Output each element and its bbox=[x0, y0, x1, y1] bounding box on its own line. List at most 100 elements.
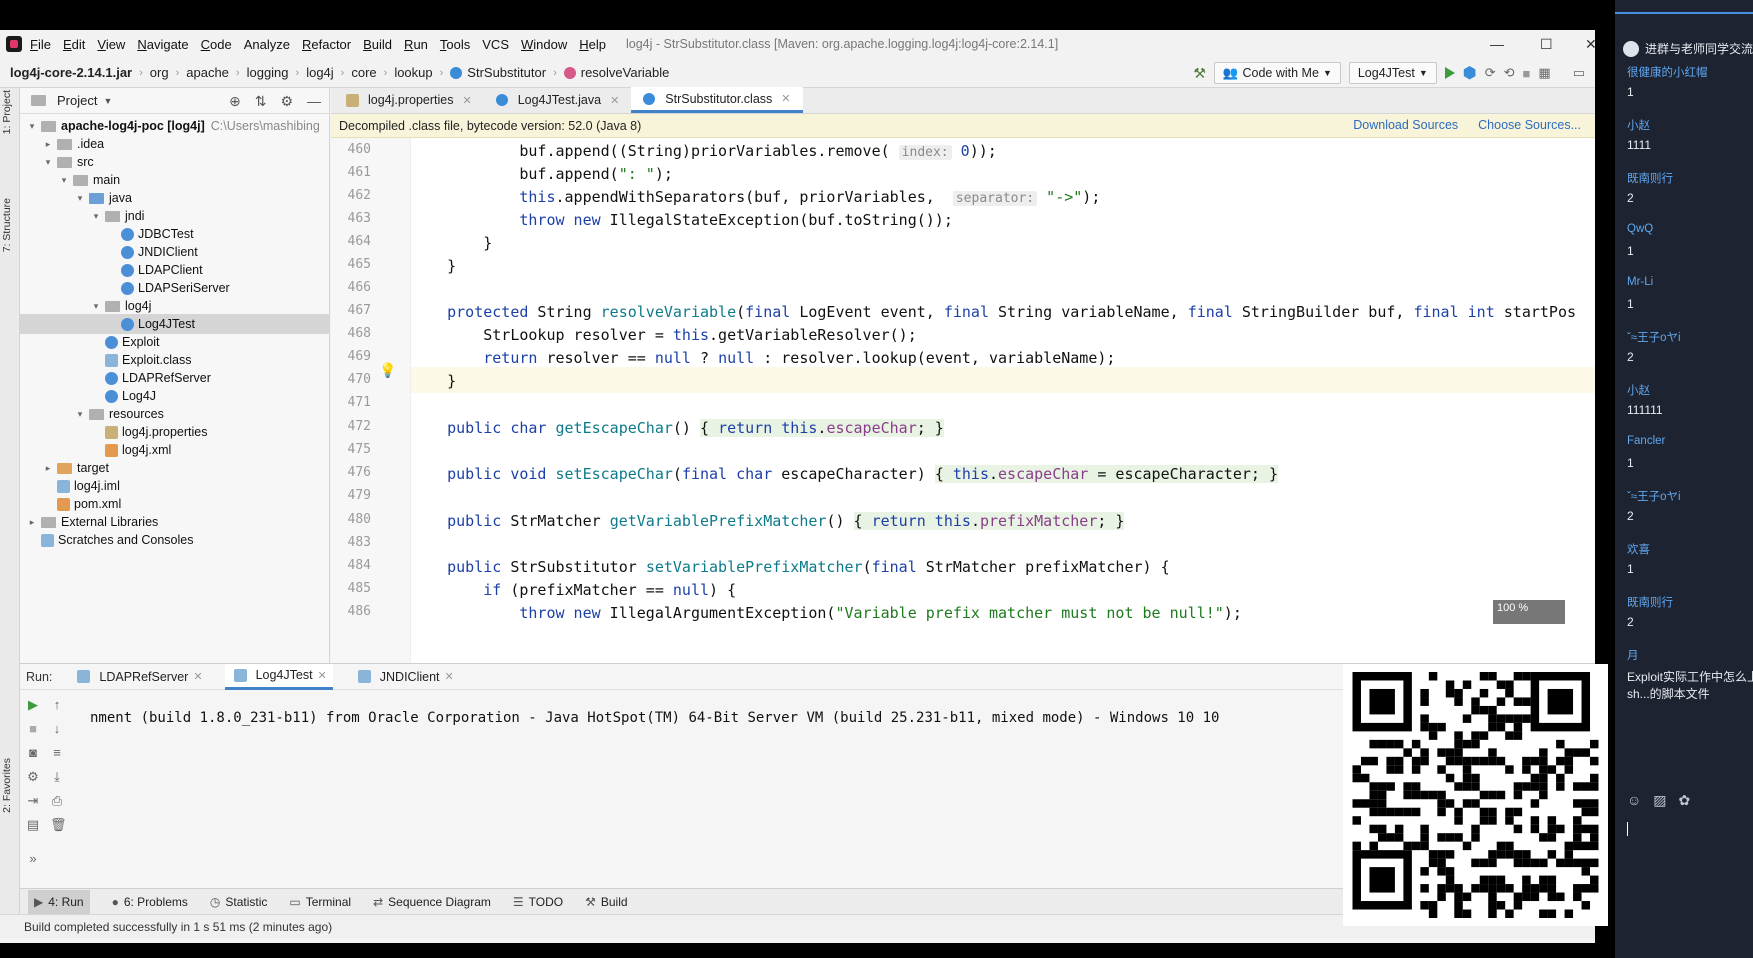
breadcrumb-item[interactable]: log4j bbox=[306, 65, 333, 80]
breadcrumb-item[interactable]: lookup bbox=[394, 65, 432, 80]
chevron-icon[interactable]: ▾ bbox=[58, 175, 70, 186]
lightbulb-icon[interactable]: 💡 bbox=[379, 362, 396, 379]
editor-tab[interactable]: log4j.properties ✕ bbox=[331, 87, 484, 113]
console-output[interactable]: nment (build 1.8.0_231-b11) from Oracle … bbox=[90, 710, 1219, 726]
tree-item[interactable]: ▾ apache-log4j-poc [log4j] C:\Users\mashib… bbox=[20, 116, 330, 136]
breadcrumb-item[interactable]: core bbox=[351, 65, 376, 80]
code-with-me-button[interactable]: 👥 Code with Me ▼ bbox=[1213, 62, 1341, 84]
tree-item[interactable]: LDAPSeriServer bbox=[20, 278, 330, 298]
close-icon[interactable]: ✕ bbox=[1585, 36, 1595, 53]
chat-input-caret[interactable] bbox=[1627, 822, 1628, 836]
chevron-icon[interactable]: ▾ bbox=[26, 121, 38, 132]
menu-item[interactable]: Build bbox=[363, 37, 392, 52]
tool-window-button[interactable]: ☰ TODO bbox=[513, 895, 563, 909]
chat-username[interactable]: ˇ≈王子oヤi bbox=[1627, 488, 1681, 504]
chevron-icon[interactable]: ▸ bbox=[42, 463, 54, 474]
search-everywhere-icon[interactable]: ▭ bbox=[1573, 65, 1585, 81]
breadcrumb-item[interactable]: logging bbox=[247, 65, 289, 80]
gift-icon[interactable]: ✿ bbox=[1679, 792, 1691, 809]
minimize-icon[interactable]: — bbox=[1490, 36, 1504, 52]
tree-item[interactable]: ▾ java bbox=[20, 188, 330, 208]
tree-item[interactable]: Log4JTest bbox=[20, 314, 330, 334]
soft-wrap-icon[interactable]: ≡ bbox=[50, 746, 64, 760]
tree-item[interactable]: ▾ main bbox=[20, 170, 330, 190]
run-config-select[interactable]: Log4JTest ▼ bbox=[1348, 62, 1437, 84]
tree-item[interactable]: ▾ resources bbox=[20, 404, 330, 424]
tree-item[interactable]: ▸ .idea bbox=[20, 134, 330, 154]
exit-icon[interactable]: ⇥ bbox=[26, 794, 40, 808]
menu-item[interactable]: Window bbox=[521, 37, 567, 52]
chat-username[interactable]: 既南则行 bbox=[1627, 170, 1673, 186]
run-tab[interactable]: LDAPRefServer ✕ bbox=[68, 664, 208, 690]
arrow-down-icon[interactable]: ↓ bbox=[50, 722, 64, 736]
hammer-build-icon[interactable]: ⚒ bbox=[1193, 65, 1206, 82]
chat-username[interactable]: 很健康的小红帽 bbox=[1627, 64, 1708, 80]
breadcrumb-item[interactable]: StrSubstitutor bbox=[450, 65, 546, 80]
chevron-icon[interactable]: ▾ bbox=[90, 301, 102, 312]
structure-side-tab[interactable]: 7: Structure bbox=[1, 198, 13, 252]
chat-username[interactable]: 小赵 bbox=[1627, 382, 1650, 398]
close-tab-icon[interactable]: ✕ bbox=[610, 94, 619, 107]
breadcrumb-item[interactable]: org bbox=[150, 65, 169, 80]
menu-item[interactable]: Run bbox=[404, 37, 428, 52]
tree-item[interactable]: LDAPRefServer bbox=[20, 368, 330, 388]
choose-sources-link[interactable]: Choose Sources... bbox=[1478, 118, 1581, 132]
project-panel-title[interactable]: Project bbox=[57, 93, 97, 108]
chevron-icon[interactable]: ▾ bbox=[90, 211, 102, 222]
tree-item[interactable]: Exploit.class bbox=[20, 350, 330, 370]
gear-icon[interactable]: ⚙ bbox=[280, 93, 293, 110]
camera-icon[interactable]: ◙ bbox=[26, 746, 40, 760]
tree-item[interactable]: log4j.xml bbox=[20, 440, 330, 460]
breadcrumb-item[interactable]: apache bbox=[186, 65, 229, 80]
run-icon[interactable] bbox=[1444, 67, 1455, 79]
menu-item[interactable]: Analyze bbox=[244, 37, 290, 52]
breadcrumb-item[interactable]: resolveVariable bbox=[563, 65, 669, 80]
tool-window-button[interactable]: ⇄ Sequence Diagram bbox=[373, 895, 491, 909]
download-sources-link[interactable]: Download Sources bbox=[1353, 118, 1458, 132]
breadcrumb-item[interactable]: log4j-core-2.14.1.jar bbox=[10, 65, 132, 80]
menu-item[interactable]: VCS bbox=[482, 37, 509, 52]
arrow-up-icon[interactable]: ↑ bbox=[50, 698, 64, 712]
run-tab[interactable]: Log4JTest ✕ bbox=[224, 663, 333, 690]
tree-item[interactable]: ▾ jndi bbox=[20, 206, 330, 226]
tool-window-button[interactable]: ▭ Terminal bbox=[289, 895, 351, 909]
tree-item[interactable]: Exploit bbox=[20, 332, 330, 352]
close-tab-icon[interactable]: ✕ bbox=[445, 670, 454, 683]
tree-item[interactable]: ▸ External Libraries bbox=[20, 512, 330, 532]
tree-item[interactable]: Scratches and Consoles bbox=[20, 530, 330, 550]
chat-username[interactable]: 欢喜 bbox=[1627, 541, 1650, 557]
menu-item[interactable]: File bbox=[30, 37, 51, 52]
chevron-icon[interactable]: ▾ bbox=[74, 409, 86, 420]
chat-header[interactable]: 进群与老师同学交流 bbox=[1623, 40, 1753, 57]
hide-icon[interactable]: — bbox=[307, 93, 321, 110]
menu-item[interactable]: Tools bbox=[440, 37, 470, 52]
menu-item[interactable]: Help bbox=[579, 37, 606, 52]
tree-item[interactable]: Log4J bbox=[20, 386, 330, 406]
debug-icon[interactable]: ⬢ bbox=[1463, 63, 1477, 83]
editor-tab[interactable]: StrSubstitutor.class ✕ bbox=[631, 87, 803, 113]
chevron-down-icon[interactable]: ▼ bbox=[103, 96, 112, 106]
chat-username[interactable]: 月 bbox=[1627, 647, 1639, 663]
tree-item[interactable]: log4j.properties bbox=[20, 422, 330, 442]
chevron-icon[interactable]: ▾ bbox=[74, 193, 86, 204]
locate-icon[interactable]: ⊕ bbox=[229, 93, 241, 110]
close-tab-icon[interactable]: ✕ bbox=[318, 669, 327, 682]
menu-item[interactable]: Edit bbox=[63, 37, 85, 52]
scroll-to-end-icon[interactable]: ⤓ bbox=[50, 770, 64, 784]
chevron-icon[interactable]: ▸ bbox=[26, 517, 38, 528]
tree-item[interactable]: JNDIClient bbox=[20, 242, 330, 262]
menu-item[interactable]: View bbox=[97, 37, 125, 52]
tree-item[interactable]: pom.xml bbox=[20, 494, 330, 514]
chat-username[interactable]: 小赵 bbox=[1627, 117, 1650, 133]
print-icon[interactable]: ⎙ bbox=[50, 794, 64, 808]
emoji-icon[interactable]: ☺ bbox=[1627, 792, 1641, 809]
menu-item[interactable]: Code bbox=[201, 37, 232, 52]
tree-item[interactable]: ▾ src bbox=[20, 152, 330, 172]
profile-icon[interactable]: ⟲ bbox=[1504, 65, 1515, 81]
tree-item[interactable]: ▸ target bbox=[20, 458, 330, 478]
tree-item[interactable]: LDAPClient bbox=[20, 260, 330, 280]
chat-username[interactable]: ˇ≈王子oヤi bbox=[1627, 329, 1681, 345]
rerun-icon[interactable]: ▶ bbox=[26, 698, 40, 712]
code-view[interactable]: buf.append((String)priorVariables.remove… bbox=[411, 138, 1595, 663]
chat-username[interactable]: QwQ bbox=[1627, 223, 1653, 235]
